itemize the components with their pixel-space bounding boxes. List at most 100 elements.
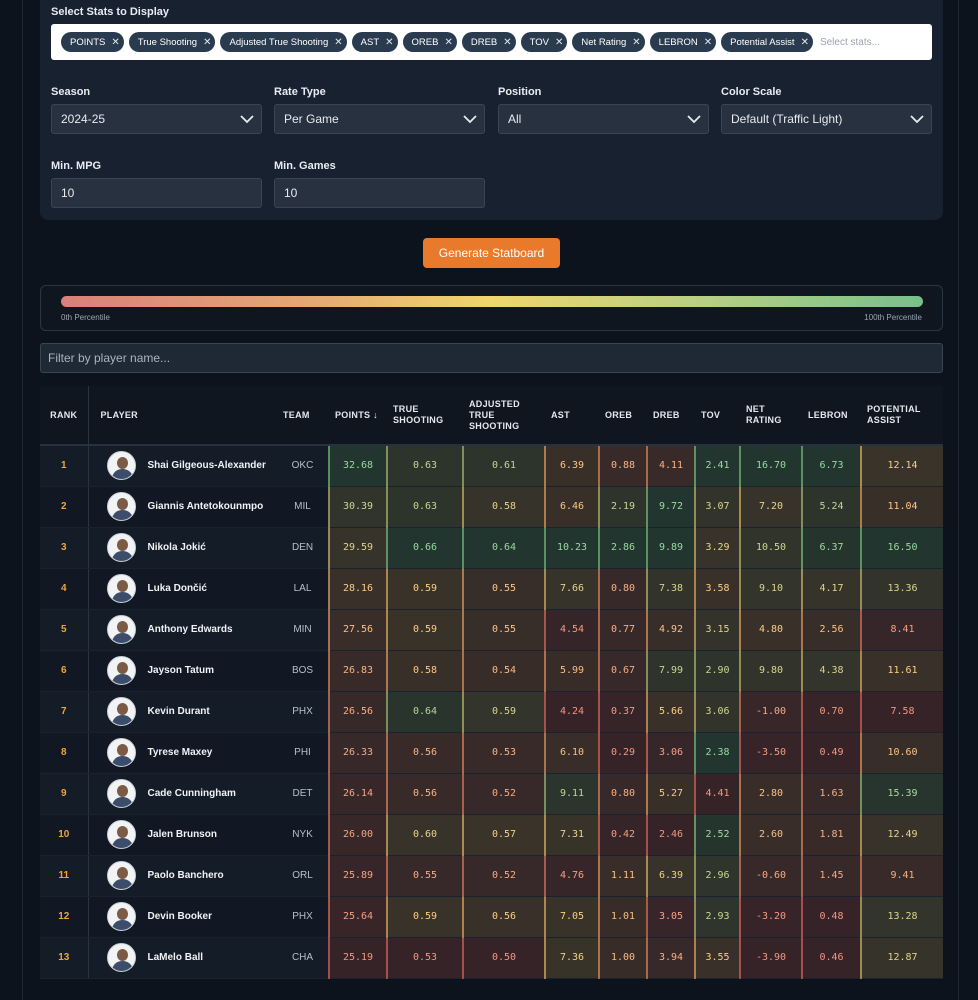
stat-chip-potential-assist[interactable]: Potential Assist ✕ <box>721 32 813 52</box>
table-row[interactable]: 12 Devin Booker PHX 25.64 0.59 0.56 7.05 1.01 3.… <box>40 896 943 938</box>
min-games-input[interactable]: 10 <box>274 178 485 208</box>
remove-chip-icon[interactable]: ✕ <box>385 37 393 48</box>
col-header-potential-assist[interactable]: POTENTIAL ASSIST <box>861 386 943 446</box>
table-row[interactable]: 7 Kevin Durant PHX 26.56 0.64 0.59 4.24 0.37 5.6… <box>40 691 943 733</box>
col-header-dreb[interactable]: DREB <box>647 386 695 446</box>
player-name[interactable]: Devin Booker <box>148 911 212 922</box>
col-header-tov[interactable]: TOV <box>695 386 740 446</box>
player-cell[interactable]: Jalen Brunson <box>87 814 277 856</box>
stat-chip-adjusted-true-shooting[interactable]: Adjusted True Shooting ✕ <box>220 32 347 52</box>
table-row[interactable]: 13 LaMelo Ball CHA 25.19 0.53 0.50 7.36 1.00 3.9… <box>40 937 943 979</box>
col-header-net-rating[interactable]: NET RATING <box>740 386 802 446</box>
player-cell[interactable]: Luka Dončić <box>87 568 277 610</box>
remove-chip-icon[interactable]: ✕ <box>203 37 211 48</box>
player-name[interactable]: Anthony Edwards <box>148 624 233 635</box>
table-row[interactable]: 6 Jayson Tatum BOS 26.83 0.58 0.54 5.99 0.67 7.9… <box>40 650 943 692</box>
table-row[interactable]: 2 Giannis Antetokounmpo MIL 30.39 0.63 0.58 6.… <box>40 486 943 528</box>
stat-chip-tov[interactable]: TOV ✕ <box>520 32 568 52</box>
remove-chip-icon[interactable]: ✕ <box>704 37 712 48</box>
min-mpg-input[interactable]: 10 <box>51 178 262 208</box>
col-header-ast[interactable]: AST <box>545 386 599 446</box>
player-cell[interactable]: Anthony Edwards <box>87 609 277 651</box>
col-header-points[interactable]: POINTS ↓ <box>329 386 387 446</box>
player-name[interactable]: Shai Gilgeous-Alexander <box>148 460 266 471</box>
season-select[interactable]: 2024-25 <box>51 104 262 134</box>
col-header-player[interactable]: PLAYER <box>87 386 277 446</box>
player-cell[interactable]: Devin Booker <box>87 896 277 938</box>
stats-multiselect[interactable]: POINTS ✕ True Shooting ✕ Adjusted True Sho… <box>51 24 932 60</box>
player-cell[interactable]: Paolo Banchero <box>87 855 277 897</box>
stat-cell-points: 30.39 <box>328 486 387 528</box>
remove-chip-icon[interactable]: ✕ <box>111 37 119 48</box>
stat-cell-dreb: 4.92 <box>646 609 695 651</box>
rank-cell: 4 <box>40 568 88 610</box>
player-cell[interactable]: Giannis Antetokounmpo <box>87 486 277 528</box>
player-cell[interactable]: Shai Gilgeous-Alexander <box>87 445 277 487</box>
stat-cell-tov: 2.90 <box>694 650 740 692</box>
stat-cell-oreb: 1.01 <box>598 896 647 938</box>
col-header-team[interactable]: TEAM <box>277 386 329 446</box>
stat-cell-adjusted-true-shooting: 0.52 <box>462 855 545 897</box>
player-name[interactable]: LaMelo Ball <box>148 952 204 963</box>
stat-cell-adjusted-true-shooting: 0.59 <box>462 691 545 733</box>
generate-statboard-button[interactable]: Generate Statboard <box>423 238 560 268</box>
remove-chip-icon[interactable]: ✕ <box>334 37 342 48</box>
player-name[interactable]: Nikola Jokić <box>148 542 206 553</box>
stat-chip-true-shooting[interactable]: True Shooting ✕ <box>128 32 216 52</box>
table-row[interactable]: 5 Anthony Edwards MIN 27.56 0.59 0.55 4.54 0.77… <box>40 609 943 651</box>
color-scale-select[interactable]: Default (Traffic Light) <box>721 104 932 134</box>
col-header-adjusted-true-shooting[interactable]: ADJUSTED TRUE SHOOTING <box>463 386 545 446</box>
player-name[interactable]: Kevin Durant <box>148 706 210 717</box>
stats-search-placeholder[interactable]: Select stats... <box>820 37 880 48</box>
table-row[interactable]: 9 Cade Cunningham DET 26.14 0.56 0.52 9.11 0.80… <box>40 773 943 815</box>
player-cell[interactable]: Nikola Jokić <box>87 527 277 569</box>
player-cell[interactable]: Jayson Tatum <box>87 650 277 692</box>
stat-cell-dreb: 5.27 <box>646 773 695 815</box>
remove-chip-icon[interactable]: ✕ <box>555 37 563 48</box>
stat-cell-lebron: 2.56 <box>801 609 861 651</box>
stat-chip-dreb[interactable]: DREB ✕ <box>461 32 516 52</box>
col-header-lebron[interactable]: LEBRON <box>802 386 861 446</box>
stat-cell-true-shooting: 0.58 <box>386 650 463 692</box>
player-name[interactable]: Luka Dončić <box>148 583 207 594</box>
player-name[interactable]: Cade Cunningham <box>148 788 236 799</box>
stat-cell-net-rating: -0.60 <box>739 855 802 897</box>
player-cell[interactable]: Tyrese Maxey <box>87 732 277 774</box>
remove-chip-icon[interactable]: ✕ <box>503 37 511 48</box>
rate-type-select[interactable]: Per Game <box>274 104 485 134</box>
remove-chip-icon[interactable]: ✕ <box>444 37 452 48</box>
col-header-rank[interactable]: RANK <box>40 386 88 446</box>
player-cell[interactable]: Kevin Durant <box>87 691 277 733</box>
col-header-oreb[interactable]: OREB <box>599 386 647 446</box>
stat-cell-points: 25.64 <box>328 896 387 938</box>
player-name[interactable]: Jayson Tatum <box>148 665 215 676</box>
position-select[interactable]: All <box>498 104 709 134</box>
table-row[interactable]: 1 Shai Gilgeous-Alexander OKC 32.68 0.63 0.61… <box>40 445 943 487</box>
player-cell[interactable]: LaMelo Ball <box>87 937 277 979</box>
remove-chip-icon[interactable]: ✕ <box>632 37 640 48</box>
stat-cell-ast: 6.39 <box>544 445 599 487</box>
stat-chip-oreb[interactable]: OREB ✕ <box>402 32 457 52</box>
stat-chip-ast[interactable]: AST ✕ <box>351 32 398 52</box>
stat-cell-net-rating: 10.50 <box>739 527 802 569</box>
stat-chip-net-rating[interactable]: Net Rating ✕ <box>572 32 645 52</box>
table-row[interactable]: 11 Paolo Banchero ORL 25.89 0.55 0.52 4.76 1.11… <box>40 855 943 897</box>
table-row[interactable]: 10 Jalen Brunson NYK 26.00 0.60 0.57 7.31 0.42 2… <box>40 814 943 856</box>
stat-chip-points[interactable]: POINTS ✕ <box>61 32 124 52</box>
player-name[interactable]: Jalen Brunson <box>148 829 217 840</box>
remove-chip-icon[interactable]: ✕ <box>801 37 809 48</box>
col-header-true-shooting[interactable]: TRUE SHOOTING <box>387 386 463 446</box>
stat-cell-net-rating: 7.20 <box>739 486 802 528</box>
player-name[interactable]: Giannis Antetokounmpo <box>148 501 264 512</box>
table-row[interactable]: 8 Tyrese Maxey PHI 26.33 0.56 0.53 6.10 0.29 3.0… <box>40 732 943 774</box>
table-row[interactable]: 3 Nikola Jokić DEN 29.59 0.66 0.64 10.23 2.86 9.… <box>40 527 943 569</box>
stat-cell-points: 26.56 <box>328 691 387 733</box>
player-name[interactable]: Tyrese Maxey <box>148 747 213 758</box>
player-cell[interactable]: Cade Cunningham <box>87 773 277 815</box>
player-filter-input[interactable]: Filter by player name... <box>40 343 943 373</box>
table-row[interactable]: 4 Luka Dončić LAL 28.16 0.59 0.55 7.66 0.80 7.38… <box>40 568 943 610</box>
team-cell: DEN <box>277 527 329 569</box>
stat-chip-lebron[interactable]: LEBRON ✕ <box>649 32 717 52</box>
player-name[interactable]: Paolo Banchero <box>148 870 224 881</box>
player-avatar <box>106 861 136 890</box>
